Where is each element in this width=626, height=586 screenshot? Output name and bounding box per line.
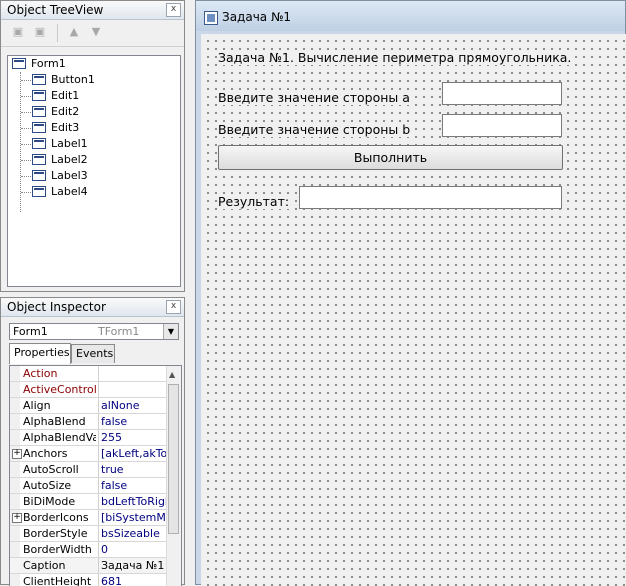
toolbar-separator <box>57 24 58 42</box>
form-designer-window: Задача №1 Задача №1. Вычисление периметр… <box>195 0 626 586</box>
property-row-selected[interactable]: Caption Задача №1 <box>10 558 168 574</box>
tree-item-label1[interactable]: Label1 <box>32 136 88 152</box>
property-row[interactable]: Align alNone <box>10 398 168 414</box>
property-row[interactable]: AlphaBlend false <box>10 414 168 430</box>
treeview-title-bar: Object TreeView x <box>1 1 184 20</box>
property-row[interactable]: AutoSize false <box>10 478 168 494</box>
tree-item-edit2[interactable]: Edit2 <box>32 104 79 120</box>
treeview-title: Object TreeView <box>7 3 104 17</box>
property-row[interactable]: Action <box>10 366 168 382</box>
inspector-title-bar: Object Inspector x <box>1 298 184 317</box>
tree-item-edit1[interactable]: Edit1 <box>32 88 79 104</box>
property-row[interactable]: AutoScroll true <box>10 462 168 478</box>
tree-item-label3[interactable]: Label3 <box>32 168 88 184</box>
object-inspector-panel: Object Inspector x Form1 TForm1 ▼ Proper… <box>0 297 185 586</box>
property-row[interactable]: BorderStyle bsSizeable <box>10 526 168 542</box>
property-row[interactable]: ActiveControl <box>10 382 168 398</box>
execute-button[interactable]: Выполнить <box>218 145 563 170</box>
label1[interactable]: Задача №1. Вычисление периметра прямоуго… <box>218 50 572 65</box>
form-title-bar: Задача №1 <box>196 1 625 31</box>
inspector-close-icon[interactable]: x <box>166 300 181 314</box>
delete-item-icon[interactable]: ▣ <box>33 26 47 38</box>
property-grid-scrollbar[interactable]: ▲ <box>166 366 181 586</box>
tree-item-label4[interactable]: Label4 <box>32 184 88 200</box>
form-app-icon <box>204 11 218 25</box>
component-icon <box>32 170 46 181</box>
move-up-icon[interactable]: ▲ <box>67 26 81 38</box>
tree-item-label2[interactable]: Label2 <box>32 152 88 168</box>
tree-connector <box>20 72 21 212</box>
scrollbar-thumb[interactable] <box>168 384 179 534</box>
component-icon <box>32 90 46 101</box>
label3[interactable]: Введите значение стороны b <box>218 122 411 137</box>
component-icon <box>32 106 46 117</box>
expand-plus-icon[interactable]: + <box>12 449 22 459</box>
component-icon <box>32 186 46 197</box>
scroll-up-icon[interactable]: ▲ <box>169 370 175 379</box>
property-row[interactable]: ClientHeight 681 <box>10 574 168 586</box>
tab-properties[interactable]: Properties <box>9 343 71 364</box>
edit3-input[interactable] <box>299 186 562 209</box>
component-icon <box>32 122 46 133</box>
tree-item-form1[interactable]: Form1 <box>12 56 66 72</box>
property-row[interactable]: AlphaBlendValu 255 <box>10 430 168 446</box>
edit1-input[interactable] <box>442 82 562 105</box>
component-icon <box>32 154 46 165</box>
tree-item-button1[interactable]: Button1 <box>32 72 95 88</box>
treeview-toolbar: ▣ ▣ ▲ ▼ <box>1 20 184 47</box>
inspector-title: Object Inspector <box>7 300 106 314</box>
move-down-icon[interactable]: ▼ <box>89 26 103 38</box>
component-tree[interactable]: Form1 Button1 Edit1 Edit2 Edit3 Label1 L… <box>7 55 181 287</box>
object-treeview-panel: Object TreeView x ▣ ▣ ▲ ▼ Form1 Button1 … <box>0 0 185 292</box>
form-caption: Задача №1 <box>222 10 292 24</box>
component-name: Form1 <box>13 325 48 338</box>
label2[interactable]: Введите значение стороны a <box>218 90 410 105</box>
chevron-down-icon[interactable]: ▼ <box>163 324 178 339</box>
label4[interactable]: Результат: <box>218 194 290 209</box>
component-selector[interactable]: Form1 TForm1 ▼ <box>9 323 179 340</box>
property-row[interactable]: + Anchors [akLeft,akTop <box>10 446 168 462</box>
property-grid[interactable]: Action ActiveControl Align alNone AlphaB… <box>9 365 182 586</box>
component-icon <box>32 138 46 149</box>
component-type: TForm1 <box>98 325 140 338</box>
tree-item-edit3[interactable]: Edit3 <box>32 120 79 136</box>
property-row[interactable]: BiDiMode bdLeftToRight <box>10 494 168 510</box>
edit2-input[interactable] <box>442 114 562 137</box>
tab-events[interactable]: Events <box>71 344 115 363</box>
treeview-close-icon[interactable]: x <box>166 3 181 17</box>
new-item-icon[interactable]: ▣ <box>11 26 25 38</box>
component-icon <box>32 74 46 85</box>
expand-plus-icon[interactable]: + <box>12 513 22 523</box>
form-icon <box>12 58 26 69</box>
form-client-area[interactable]: Задача №1. Вычисление периметра прямоуго… <box>201 34 626 586</box>
property-row[interactable]: BorderWidth 0 <box>10 542 168 558</box>
property-row[interactable]: + BorderIcons [biSystemMen <box>10 510 168 526</box>
